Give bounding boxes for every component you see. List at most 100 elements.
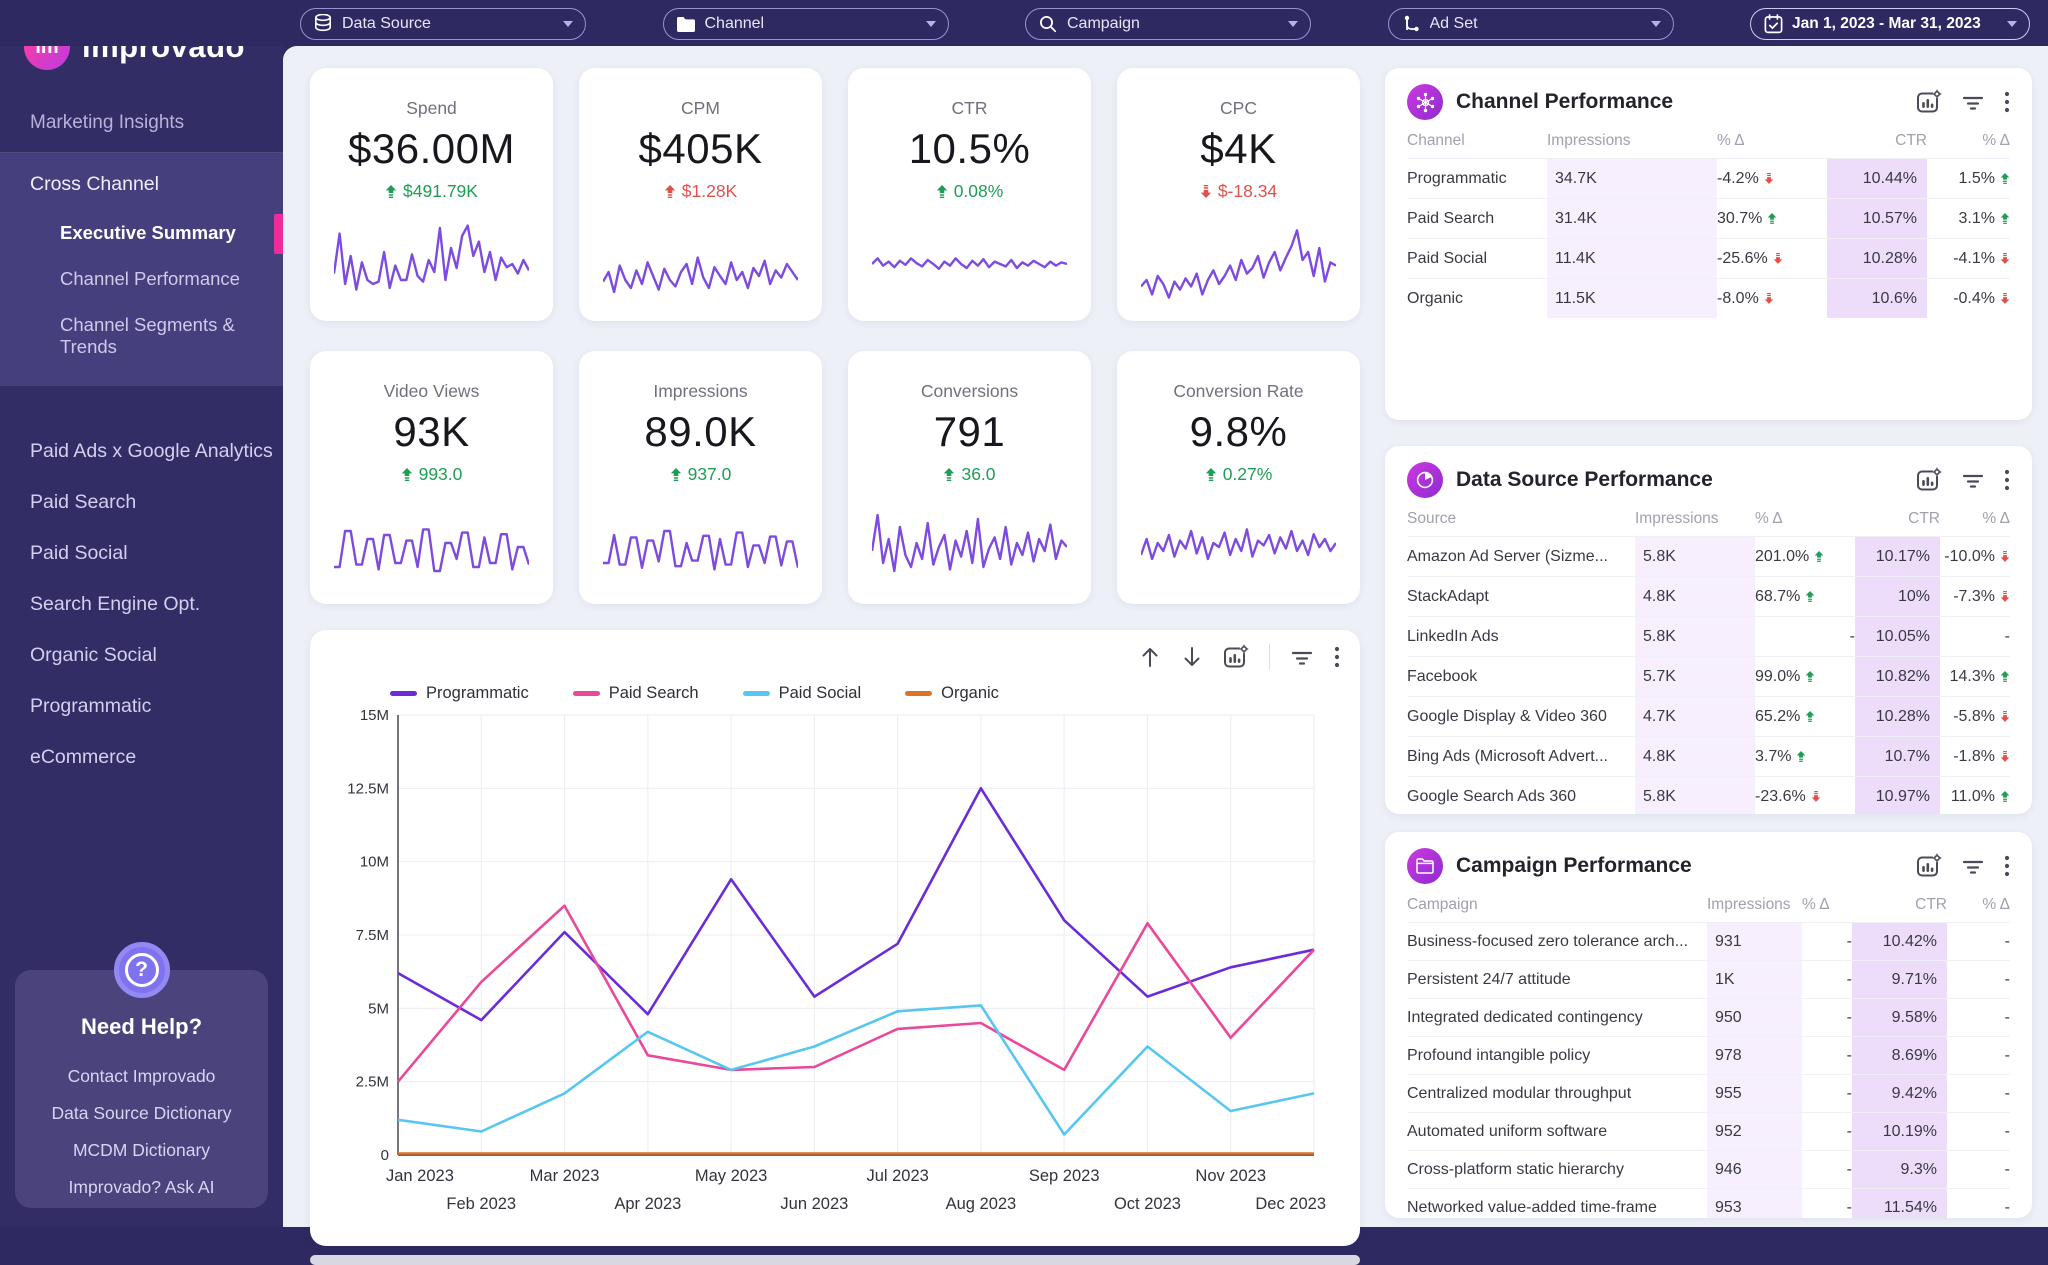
legend-item-programmatic[interactable]: Programmatic (390, 684, 529, 703)
table-row[interactable]: Bing Ads (Microsoft Advert...4.8K3.7%10.… (1407, 736, 2010, 776)
table-row[interactable]: Centralized modular throughput955-9.42%- (1407, 1074, 2010, 1112)
table-row[interactable]: Facebook5.7K99.0%10.82%14.3% (1407, 656, 2010, 696)
help-card: ? Need Help? Contact ImprovadoData Sourc… (15, 970, 268, 1208)
cell-delta-ctr: - (1947, 961, 2010, 998)
kebab-icon[interactable] (2004, 468, 2010, 492)
delta-value: 1.5% (1959, 170, 1995, 188)
help-link-improvado-ask-ai[interactable]: Improvado? Ask AI (15, 1169, 268, 1206)
table-row[interactable]: Amazon Ad Server (Sizme...5.8K201.0%10.1… (1407, 536, 2010, 576)
table-row[interactable]: Cross-platform static hierarchy946-9.3%- (1407, 1150, 2010, 1188)
filter-channel[interactable]: Channel (663, 8, 949, 40)
help-link-contact-improvado[interactable]: Contact Improvado (15, 1058, 268, 1095)
table-row[interactable]: StackAdapt4.8K68.7%10%-7.3% (1407, 576, 2010, 616)
sidebar-item-programmatic[interactable]: Programmatic (0, 681, 283, 732)
panel-title: Campaign Performance (1456, 854, 1916, 878)
nav-group-label[interactable]: Cross Channel (0, 167, 283, 210)
cell-name: Centralized modular throughput (1407, 1075, 1707, 1112)
table-row[interactable]: Paid Search31.4K30.7%10.57%3.1% (1407, 198, 2010, 238)
filter-icon[interactable] (1961, 92, 1985, 112)
sidebar-item-executive-summary[interactable]: Executive Summary (0, 210, 283, 256)
sort-up-icon[interactable] (1139, 645, 1161, 669)
table-row[interactable]: Automated uniform software952-10.19%- (1407, 1112, 2010, 1150)
table-row[interactable]: Organic11.5K-8.0%10.6%-0.4% (1407, 278, 2010, 318)
cell-delta-impressions: 65.2% (1755, 697, 1855, 736)
table-row[interactable]: Programmatic34.7K-4.2%10.44%1.5% (1407, 158, 2010, 198)
legend-item-paid-social[interactable]: Paid Social (743, 684, 862, 703)
chart-settings-icon[interactable] (1916, 89, 1942, 115)
panel-header: Data Source Performance (1407, 458, 2010, 502)
sidebar: im improvado Marketing Insights Cross Ch… (0, 0, 283, 1227)
cell-ctr: 10% (1855, 577, 1940, 616)
panel-header: Channel Performance (1407, 80, 2010, 124)
cell-ctr: 9.58% (1852, 999, 1947, 1036)
kpi-sparkline (334, 502, 529, 590)
cell-delta-ctr: -7.3% (1940, 577, 2010, 616)
arrow-up-icon (664, 185, 676, 198)
table-row[interactable]: Networked value-added time-frame953-11.5… (1407, 1188, 2010, 1218)
filter-label: Channel (705, 15, 920, 33)
table-row[interactable]: Google Search Ads 3605.8K-23.6%10.97%11.… (1407, 776, 2010, 814)
svg-text:Jun 2023: Jun 2023 (780, 1195, 848, 1213)
sort-down-icon[interactable] (1181, 645, 1203, 669)
arrow-up-icon (670, 468, 682, 481)
kpi-delta: 36.0 (848, 464, 1091, 485)
cell-name: Networked value-added time-frame (1407, 1189, 1707, 1218)
filter-bar: Data Source Channel Campaign Ad Set Jan 1, … (300, 8, 2030, 40)
arrow-up-icon (1814, 551, 1824, 562)
legend-label: Paid Social (779, 684, 862, 703)
horizontal-scrollbar[interactable] (310, 1255, 1360, 1265)
table-row[interactable]: Persistent 24/7 attitude1K-9.71%- (1407, 960, 2010, 998)
filter-ad-set[interactable]: Ad Set (1388, 8, 1674, 40)
calendar-icon (1763, 14, 1783, 34)
folder-icon (676, 14, 696, 34)
cell-ctr: 10.7% (1855, 737, 1940, 776)
filter-icon[interactable] (1290, 647, 1314, 667)
date-range-picker[interactable]: Jan 1, 2023 - Mar 31, 2023 (1750, 8, 2030, 40)
table-row[interactable]: Profound intangible policy978-8.69%- (1407, 1036, 2010, 1074)
cell-ctr: 8.69% (1852, 1037, 1947, 1074)
filter-campaign[interactable]: Campaign (1025, 8, 1311, 40)
sidebar-item-ecommerce[interactable]: eCommerce (0, 732, 283, 783)
legend-item-paid-search[interactable]: Paid Search (573, 684, 699, 703)
arrow-down-icon (1773, 253, 1783, 264)
help-icon[interactable]: ? (114, 942, 170, 998)
campaign-folder-icon (1407, 848, 1443, 884)
delta-value: 68.7% (1755, 588, 1800, 606)
kebab-icon[interactable] (2004, 854, 2010, 878)
panel-actions (1916, 89, 2010, 115)
legend-item-organic[interactable]: Organic (905, 684, 999, 703)
sidebar-item-channel-performance[interactable]: Channel Performance (0, 256, 283, 302)
filter-icon[interactable] (1961, 470, 1985, 490)
table-row[interactable]: LinkedIn Ads5.8K-10.05%- (1407, 616, 2010, 656)
column-header: % Δ (1947, 896, 2010, 914)
sidebar-item-paid-social[interactable]: Paid Social (0, 528, 283, 579)
sidebar-item-search-engine-opt-[interactable]: Search Engine Opt. (0, 579, 283, 630)
chevron-down-icon (2007, 21, 2017, 27)
chart-settings-icon[interactable] (1916, 467, 1942, 493)
svg-text:0: 0 (381, 1147, 389, 1164)
table-row[interactable]: Google Display & Video 3604.7K65.2%10.28… (1407, 696, 2010, 736)
chart-settings-icon[interactable] (1223, 644, 1249, 670)
arrow-up-icon (1805, 711, 1815, 722)
help-link-mcdm-dictionary[interactable]: MCDM Dictionary (15, 1132, 268, 1169)
cell-ctr: 10.57% (1827, 199, 1927, 238)
sidebar-item-organic-social[interactable]: Organic Social (0, 630, 283, 681)
column-header: % Δ (1755, 510, 1855, 528)
kebab-icon[interactable] (1334, 645, 1340, 669)
filter-data-source[interactable]: Data Source (300, 8, 586, 40)
panel-actions (1916, 467, 2010, 493)
sidebar-item-channel-segments-trends[interactable]: Channel Segments & Trends (0, 302, 283, 370)
chart-settings-icon[interactable] (1916, 853, 1942, 879)
help-link-data-source-dictionary[interactable]: Data Source Dictionary (15, 1095, 268, 1132)
delta-value: -25.6% (1717, 250, 1768, 268)
filter-icon[interactable] (1961, 856, 1985, 876)
table-row[interactable]: Business-focused zero tolerance arch...9… (1407, 922, 2010, 960)
kebab-icon[interactable] (2004, 90, 2010, 114)
panel-source-performance: Data Source PerformanceSourceImpressions… (1385, 446, 2032, 814)
sidebar-item-paid-ads-x-google-analytics[interactable]: Paid Ads x Google Analytics (0, 426, 283, 477)
table-row[interactable]: Integrated dedicated contingency950-9.58… (1407, 998, 2010, 1036)
kpi-sparkline (1141, 219, 1336, 307)
legend-swatch (743, 691, 770, 696)
sidebar-item-paid-search[interactable]: Paid Search (0, 477, 283, 528)
table-row[interactable]: Paid Social11.4K-25.6%10.28%-4.1% (1407, 238, 2010, 278)
